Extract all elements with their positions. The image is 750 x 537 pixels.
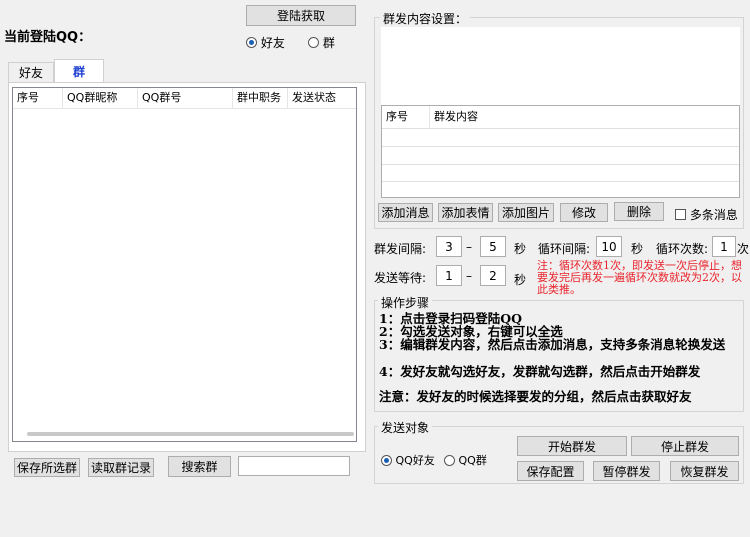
send-interval-label: 群发间隔: (374, 242, 427, 256)
loop-count-input[interactable]: 1 (712, 236, 736, 257)
tab-group[interactable]: 群 (54, 59, 104, 83)
content-settings-legend: 群发内容设置： (380, 10, 471, 27)
content-list[interactable]: 序号 群发内容 (381, 105, 740, 198)
edit-button[interactable]: 修改 (560, 203, 608, 222)
radio-friend[interactable]: 好友 (246, 34, 285, 51)
delete-button[interactable]: 删除 (614, 202, 664, 221)
current-login-label: 当前登陆QQ： (4, 30, 92, 45)
stop-send-button[interactable]: 停止群发 (631, 436, 739, 456)
loop-count-unit: 次 (737, 242, 750, 256)
content-row-line (382, 181, 739, 182)
col-nickname[interactable]: QQ群昵称 (63, 88, 138, 108)
notice: 注意：发好友的时候选择要发的分组，然后点击获取好友 (379, 389, 692, 404)
send-target-legend: 发送对象 (378, 419, 433, 436)
step-3: 3：编辑群发内容，然后点击添加消息，支持多条消息轮换发送 (379, 337, 726, 352)
send-interval-sec: 秒 (514, 242, 527, 256)
col-group-number[interactable]: QQ群号 (138, 88, 233, 108)
radio-group-label: 群 (322, 36, 335, 50)
send-wait-dash: – (466, 269, 472, 283)
radio-friend-icon (246, 37, 257, 48)
loop-count-label: 循环次数: (656, 242, 709, 256)
content-row-line (382, 164, 739, 165)
content-col-text[interactable]: 群发内容 (430, 106, 739, 128)
radio-group[interactable]: 群 (308, 34, 335, 51)
loop-interval-input[interactable]: 10 (596, 236, 622, 257)
radio-qq-group-label: QQ群 (458, 454, 487, 467)
radio-qq-friend[interactable]: QQ好友 (381, 452, 435, 468)
send-wait-label: 发送等待: (374, 271, 427, 285)
multi-message-checkbox[interactable]: 多条消息 (675, 206, 738, 223)
radio-qq-friend-label: QQ好友 (395, 454, 435, 467)
tab-friend[interactable]: 好友 (8, 62, 54, 82)
send-wait-to-input[interactable]: 2 (480, 265, 506, 286)
loop-interval-label: 循环间隔: (538, 242, 591, 256)
multi-message-label: 多条消息 (689, 208, 738, 222)
send-wait-sec: 秒 (514, 273, 527, 287)
tab-friend-label: 好友 (18, 66, 43, 80)
search-group-input[interactable] (238, 456, 350, 476)
radio-qq-friend-icon (381, 454, 392, 466)
save-config-button[interactable]: 保存配置 (517, 461, 584, 481)
step-4: 4：发好友就勾选好友，发群就勾选群，然后点击开始群发 (379, 364, 701, 379)
loop-interval-sec: 秒 (631, 242, 644, 256)
read-group-record-button[interactable]: 读取群记录 (88, 458, 154, 477)
send-interval-dash: – (466, 240, 472, 254)
search-group-button[interactable]: 搜索群 (168, 456, 231, 477)
loop-note: 注：循环次数1次，即发送一次后停止，想要发完后再发一遍循环次数就改为2次，以此类… (537, 259, 742, 296)
content-list-header: 序号 群发内容 (382, 106, 739, 129)
group-table[interactable]: 序号 QQ群昵称 QQ群号 群中职务 发送状态 (12, 87, 357, 442)
radio-qq-group-icon (444, 454, 455, 466)
col-status[interactable]: 发送状态 (288, 88, 356, 108)
resume-send-button[interactable]: 恢复群发 (670, 461, 739, 481)
horizontal-scrollbar[interactable] (27, 432, 354, 436)
pause-send-button[interactable]: 暂停群发 (593, 461, 660, 481)
start-send-button[interactable]: 开始群发 (517, 436, 627, 456)
tab-group-label: 群 (72, 65, 85, 79)
col-index[interactable]: 序号 (13, 88, 63, 108)
content-row-line (382, 146, 739, 147)
content-editor[interactable] (381, 27, 740, 105)
send-interval-to-input[interactable]: 5 (480, 236, 506, 257)
content-col-index[interactable]: 序号 (382, 106, 430, 128)
add-emoji-button[interactable]: 添加表情 (438, 203, 493, 222)
radio-qq-group[interactable]: QQ群 (444, 452, 487, 468)
radio-friend-label: 好友 (260, 36, 285, 50)
login-fetch-button[interactable]: 登陆获取 (246, 5, 356, 26)
save-selected-groups-button[interactable]: 保存所选群 (14, 458, 80, 477)
checkbox-icon (675, 209, 686, 220)
radio-group-icon (308, 37, 319, 48)
steps-legend: 操作步骤 (378, 294, 433, 311)
group-table-header: 序号 QQ群昵称 QQ群号 群中职务 发送状态 (13, 88, 356, 109)
add-image-button[interactable]: 添加图片 (498, 203, 554, 222)
send-wait-from-input[interactable]: 1 (436, 265, 462, 286)
add-message-button[interactable]: 添加消息 (378, 203, 433, 222)
send-interval-from-input[interactable]: 3 (436, 236, 462, 257)
col-role[interactable]: 群中职务 (233, 88, 288, 108)
